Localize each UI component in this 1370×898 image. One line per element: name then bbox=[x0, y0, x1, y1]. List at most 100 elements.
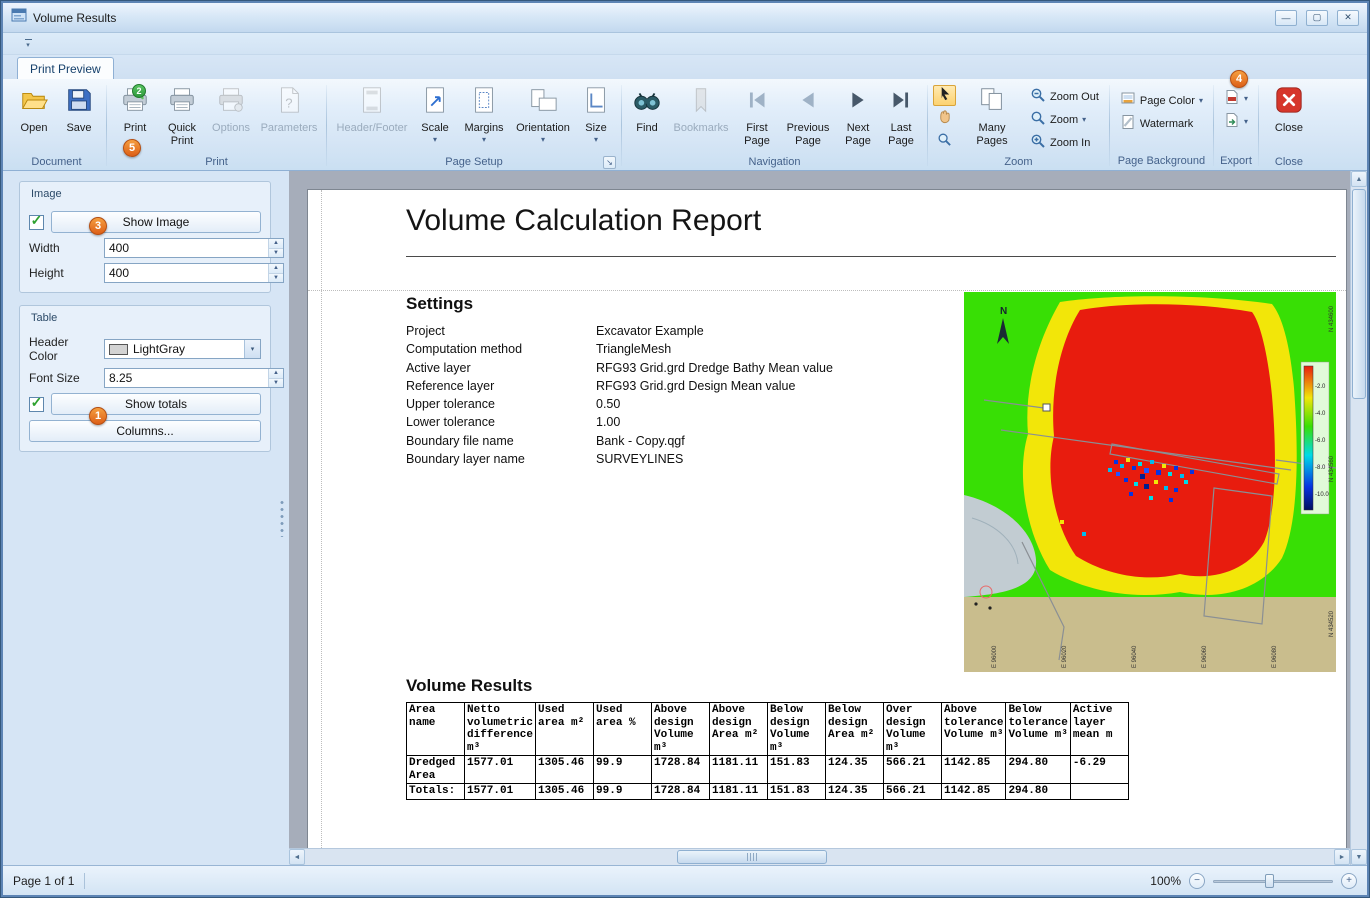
scroll-right-icon: ► bbox=[1339, 854, 1346, 861]
open-button[interactable]: Open bbox=[12, 82, 56, 155]
horizontal-scroll-thumb[interactable] bbox=[677, 850, 827, 864]
scroll-right-button[interactable]: ► bbox=[1334, 849, 1350, 865]
report-title: Volume Calculation Report bbox=[406, 204, 761, 238]
page-color-button[interactable]: Page Color ▾ bbox=[1115, 90, 1208, 111]
annotation-badge-4: 4 bbox=[1230, 70, 1248, 88]
header-footer-button[interactable]: Header/Footer bbox=[332, 82, 412, 155]
first-page-button[interactable]: First Page bbox=[735, 82, 779, 155]
svg-text:N 434600: N 434600 bbox=[1329, 305, 1335, 332]
bookmarks-label: Bookmarks bbox=[673, 122, 728, 135]
depth-color-scale: -2.0 -4.0 -6.0 -8.0 -10.0 bbox=[1301, 362, 1329, 514]
bookmarks-button[interactable]: Bookmarks bbox=[668, 82, 734, 155]
header-color-value: LightGray bbox=[133, 342, 185, 356]
survey-map: N -2.0 -4.0 -6.0 -8.0 -10.0 bbox=[964, 292, 1336, 672]
show-totals-button[interactable]: Show totals bbox=[51, 393, 261, 415]
parameters-button[interactable]: ? Parameters bbox=[257, 82, 321, 155]
zoom-out-status-button[interactable]: − bbox=[1189, 873, 1205, 889]
font-size-spinner[interactable]: ▲▼ bbox=[268, 369, 283, 387]
report-map-image: N -2.0 -4.0 -6.0 -8.0 -10.0 bbox=[964, 292, 1336, 672]
hand-tool-button[interactable] bbox=[933, 108, 956, 129]
qat-customize-button[interactable]: ▾ bbox=[19, 36, 37, 51]
save-button[interactable]: Save bbox=[57, 82, 101, 155]
last-page-button[interactable]: Last Page bbox=[880, 82, 922, 155]
tab-print-preview[interactable]: Print Preview bbox=[17, 57, 114, 79]
margin-guide-vertical bbox=[321, 190, 322, 848]
chevron-down-icon: ▾ bbox=[1199, 97, 1203, 105]
scroll-left-button[interactable]: ◄ bbox=[289, 849, 305, 865]
ribbon-tab-row: Print Preview bbox=[3, 55, 1367, 79]
close-window-button[interactable]: ✕ bbox=[1337, 10, 1359, 26]
scroll-down-button[interactable]: ▼ bbox=[1351, 849, 1367, 865]
zoom-out-button[interactable]: Zoom Out bbox=[1025, 86, 1104, 107]
results-cell: 1577.01 bbox=[465, 756, 536, 784]
ribbon-group-document: Open Save Document bbox=[9, 81, 104, 170]
header-color-select[interactable]: LightGray ▾ bbox=[104, 339, 261, 359]
spin-up-icon[interactable]: ▲ bbox=[269, 239, 283, 248]
scale-button[interactable]: Scale ▾ bbox=[413, 82, 457, 155]
spin-up-icon[interactable]: ▲ bbox=[269, 369, 283, 378]
export-send-button[interactable]: ▾ bbox=[1219, 111, 1253, 132]
vertical-scroll-thumb[interactable] bbox=[1352, 189, 1366, 399]
height-spinner[interactable]: ▲▼ bbox=[268, 264, 283, 282]
options-button[interactable]: Options bbox=[206, 82, 256, 155]
report-page: Volume Calculation Report Settings Proje… bbox=[307, 189, 1347, 848]
zoom-in-status-button[interactable]: + bbox=[1341, 873, 1357, 889]
scroll-down-icon: ▼ bbox=[1356, 854, 1363, 861]
spin-down-icon[interactable]: ▼ bbox=[269, 273, 283, 283]
margins-button[interactable]: Margins ▾ bbox=[458, 82, 510, 155]
save-floppy-icon bbox=[64, 85, 94, 120]
font-size-input[interactable] bbox=[105, 369, 268, 387]
vertical-scrollbar[interactable]: ▲ ▼ bbox=[1350, 171, 1367, 865]
header-color-dropdown-button[interactable]: ▾ bbox=[244, 340, 260, 358]
watermark-button[interactable]: Watermark bbox=[1115, 113, 1208, 134]
open-label: Open bbox=[21, 122, 48, 135]
spin-down-icon[interactable]: ▼ bbox=[269, 248, 283, 258]
settings-row: Boundary layer nameSURVEYLINES bbox=[406, 450, 954, 468]
next-page-button[interactable]: Next Page bbox=[837, 82, 879, 155]
orientation-button[interactable]: Orientation ▾ bbox=[511, 82, 575, 155]
svg-text:-2.0: -2.0 bbox=[1315, 384, 1326, 390]
many-pages-button[interactable]: Many Pages bbox=[960, 82, 1024, 155]
previous-page-button[interactable]: Previous Page bbox=[780, 82, 836, 155]
options-label: Options bbox=[212, 122, 250, 135]
pointer-tool-button[interactable] bbox=[933, 85, 956, 106]
zoom-button[interactable]: Zoom ▾ bbox=[1025, 109, 1104, 130]
close-preview-button[interactable]: Close bbox=[1264, 82, 1314, 155]
setting-value: TriangleMesh bbox=[596, 340, 671, 358]
scroll-up-button[interactable]: ▲ bbox=[1351, 171, 1367, 187]
settings-section: Settings ProjectExcavator ExampleComputa… bbox=[406, 294, 954, 468]
show-image-button[interactable]: Show Image bbox=[51, 211, 261, 233]
ribbon-group-page-background: Page Color ▾ Watermark Page Background bbox=[1112, 81, 1211, 170]
results-cell: 1181.11 bbox=[710, 756, 768, 784]
header-footer-label: Header/Footer bbox=[337, 122, 408, 135]
results-header-row: Area nameNetto volumetric difference m³U… bbox=[407, 703, 1129, 756]
spin-down-icon[interactable]: ▼ bbox=[269, 378, 283, 388]
image-height-input[interactable] bbox=[105, 264, 268, 282]
results-col-header: Above tolerance Volume m³ bbox=[942, 703, 1006, 756]
show-image-checkbox[interactable]: ✓ bbox=[29, 215, 44, 230]
show-totals-checkbox[interactable]: ✓ bbox=[29, 397, 44, 412]
quick-print-button[interactable]: Quick Print bbox=[159, 82, 205, 155]
results-col-header: Netto volumetric difference m³ bbox=[465, 703, 536, 756]
magnifier-tool-button[interactable] bbox=[933, 131, 956, 152]
preview-area[interactable]: Volume Calculation Report Settings Proje… bbox=[289, 171, 1350, 848]
size-button[interactable]: Size ▾ bbox=[576, 82, 616, 155]
maximize-button[interactable]: ▢ bbox=[1306, 10, 1328, 26]
width-spinner[interactable]: ▲▼ bbox=[268, 239, 283, 257]
spin-up-icon[interactable]: ▲ bbox=[269, 264, 283, 273]
image-width-input[interactable] bbox=[105, 239, 268, 257]
find-button[interactable]: Find bbox=[627, 82, 667, 155]
horizontal-scrollbar[interactable]: ◄ ► bbox=[289, 848, 1350, 865]
zoom-slider-thumb[interactable] bbox=[1265, 874, 1274, 888]
zoom-icon bbox=[1030, 110, 1046, 129]
chevron-down-icon: ▾ bbox=[433, 136, 437, 144]
title-rule bbox=[406, 256, 1336, 257]
results-cell: 1142.85 bbox=[942, 756, 1006, 784]
zoom-slider[interactable] bbox=[1213, 874, 1333, 888]
columns-button[interactable]: Columns... bbox=[29, 420, 261, 442]
minimize-button[interactable]: — bbox=[1275, 10, 1297, 26]
export-document-button[interactable]: ▾ bbox=[1219, 88, 1253, 109]
zoom-in-button[interactable]: Zoom In bbox=[1025, 132, 1104, 153]
results-cell: 124.35 bbox=[826, 756, 884, 784]
page-setup-dialog-launcher[interactable]: ↘ bbox=[603, 156, 616, 169]
